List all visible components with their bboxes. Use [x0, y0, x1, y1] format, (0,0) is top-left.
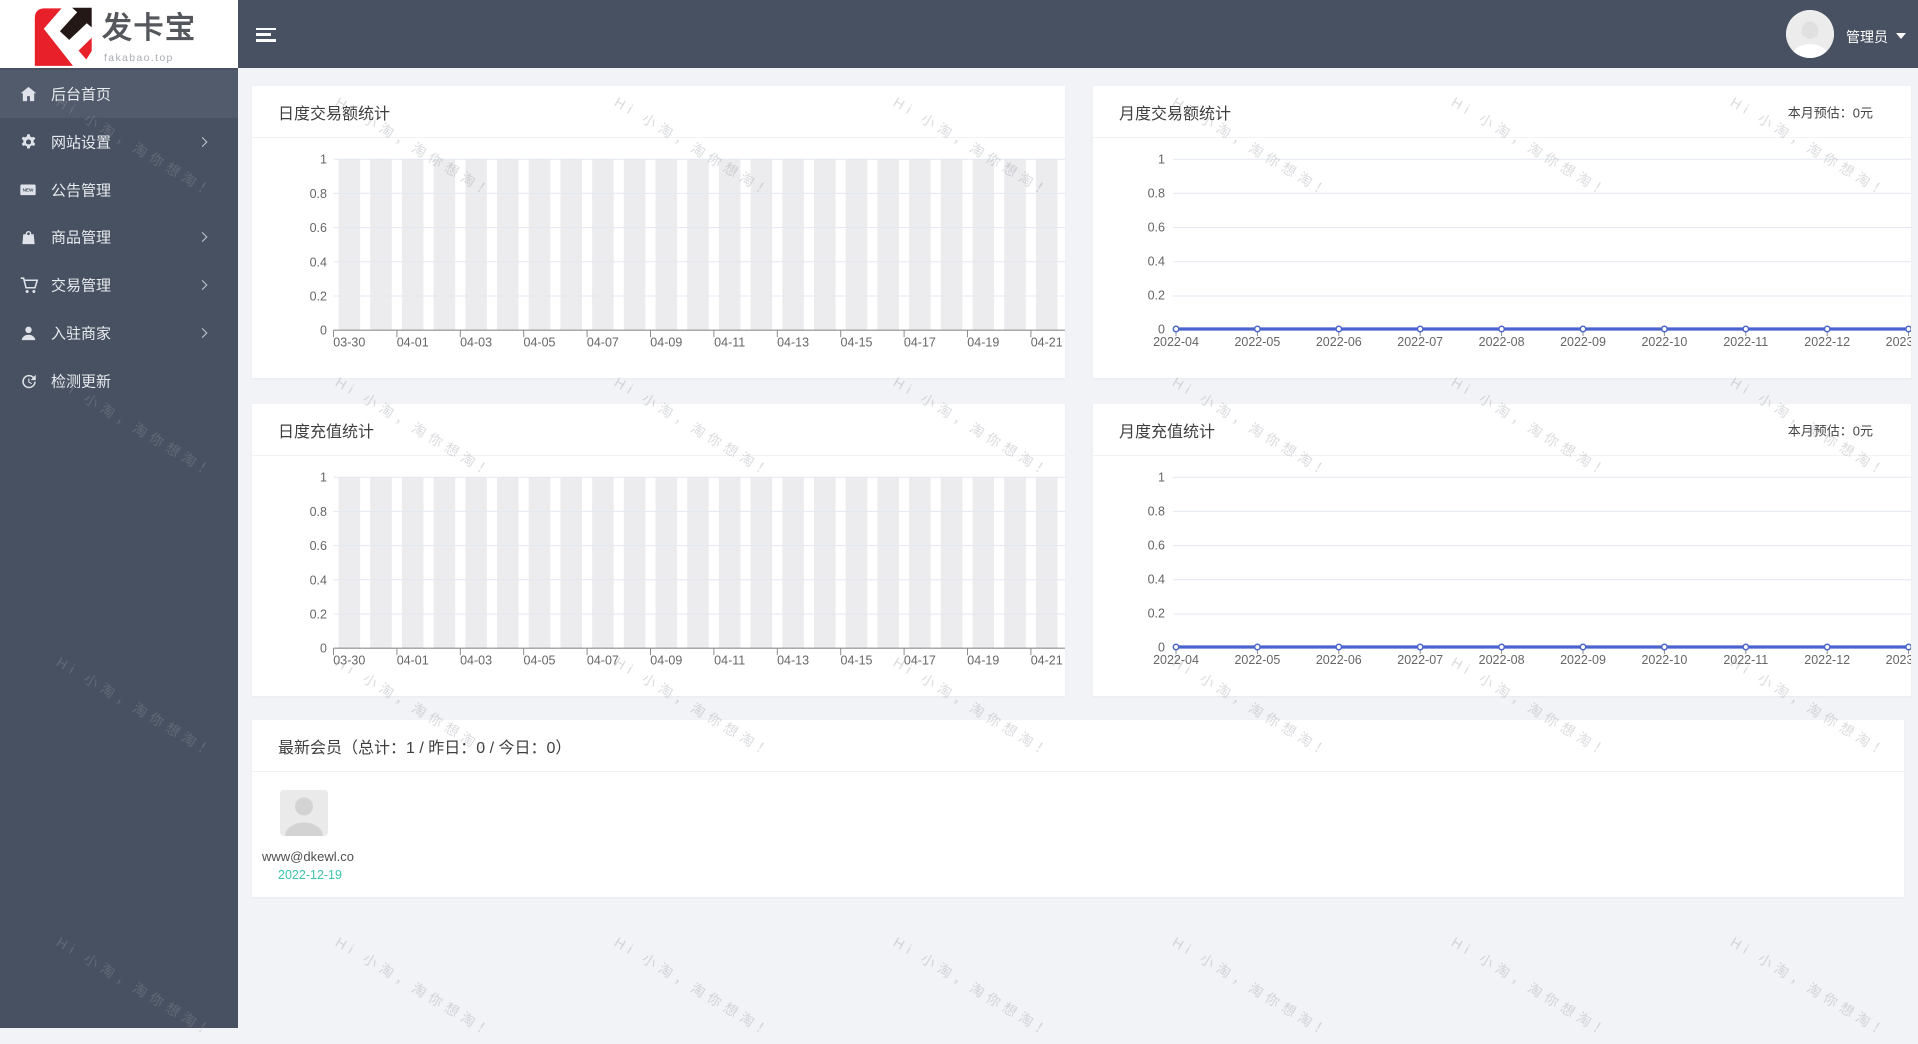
svg-text:NEW: NEW — [23, 187, 34, 192]
svg-text:2022-11: 2022-11 — [1723, 335, 1768, 349]
svg-text:2022-06: 2022-06 — [1316, 653, 1362, 667]
svg-text:03-30: 03-30 — [333, 336, 365, 350]
svg-text:1: 1 — [1158, 471, 1165, 485]
svg-text:0.4: 0.4 — [1148, 573, 1165, 587]
svg-text:2022-12: 2022-12 — [1804, 335, 1850, 349]
svg-text:0.8: 0.8 — [310, 187, 327, 201]
svg-text:2022-09: 2022-09 — [1560, 335, 1606, 349]
svg-text:0: 0 — [320, 642, 327, 656]
svg-text:2022-04: 2022-04 — [1153, 653, 1199, 667]
svg-text:04-17: 04-17 — [904, 336, 936, 350]
svg-text:04-09: 04-09 — [650, 336, 682, 350]
svg-text:04-09: 04-09 — [650, 654, 682, 668]
svg-text:04-21: 04-21 — [1031, 654, 1063, 668]
svg-text:2022-08: 2022-08 — [1479, 653, 1525, 667]
svg-text:2022-08: 2022-08 — [1479, 335, 1525, 349]
svg-text:2022-10: 2022-10 — [1641, 335, 1687, 349]
svg-text:0.6: 0.6 — [310, 539, 327, 553]
svg-text:04-21: 04-21 — [1031, 336, 1063, 350]
svg-text:04-07: 04-07 — [587, 336, 619, 350]
svg-text:04-03: 04-03 — [460, 336, 492, 350]
svg-text:0.6: 0.6 — [1148, 221, 1165, 235]
svg-text:2022-07: 2022-07 — [1397, 335, 1443, 349]
svg-text:04-15: 04-15 — [841, 336, 873, 350]
svg-text:0.6: 0.6 — [310, 221, 327, 235]
svg-text:04-11: 04-11 — [714, 336, 745, 350]
svg-text:0.8: 0.8 — [1148, 187, 1165, 201]
svg-text:0.4: 0.4 — [310, 573, 327, 587]
svg-text:04-01: 04-01 — [397, 654, 429, 668]
svg-text:2022-12: 2022-12 — [1804, 653, 1850, 667]
svg-text:04-19: 04-19 — [967, 336, 999, 350]
svg-text:04-05: 04-05 — [524, 654, 556, 668]
svg-text:04-17: 04-17 — [904, 654, 936, 668]
svg-text:04-01: 04-01 — [397, 336, 429, 350]
svg-text:0.4: 0.4 — [310, 255, 327, 269]
svg-text:发卡宝: 发卡宝 — [101, 11, 197, 45]
svg-text:2022-06: 2022-06 — [1316, 335, 1362, 349]
svg-text:04-07: 04-07 — [587, 654, 619, 668]
svg-text:04-03: 04-03 — [460, 654, 492, 668]
svg-text:2022-05: 2022-05 — [1234, 335, 1280, 349]
svg-text:0.2: 0.2 — [1148, 607, 1165, 621]
svg-text:2022-04: 2022-04 — [1153, 335, 1199, 349]
svg-text:0.2: 0.2 — [310, 608, 327, 622]
svg-text:2022-10: 2022-10 — [1641, 653, 1687, 667]
svg-text:0.2: 0.2 — [1148, 289, 1165, 303]
svg-text:1: 1 — [320, 471, 327, 485]
svg-text:04-19: 04-19 — [967, 654, 999, 668]
svg-text:04-15: 04-15 — [841, 654, 873, 668]
svg-text:0: 0 — [320, 324, 327, 338]
svg-text:2022-05: 2022-05 — [1234, 653, 1280, 667]
svg-text:fakabao.top: fakabao.top — [104, 52, 174, 64]
svg-text:04-13: 04-13 — [777, 654, 809, 668]
svg-text:2023-01: 2023-01 — [1886, 335, 1911, 349]
svg-text:0.8: 0.8 — [310, 505, 327, 519]
svg-text:2023-01: 2023-01 — [1886, 653, 1911, 667]
svg-text:1: 1 — [1158, 153, 1165, 167]
svg-text:2022-07: 2022-07 — [1397, 653, 1443, 667]
svg-text:04-11: 04-11 — [714, 654, 745, 668]
svg-text:0.2: 0.2 — [310, 290, 327, 304]
svg-text:04-05: 04-05 — [524, 336, 556, 350]
svg-text:0.4: 0.4 — [1148, 255, 1165, 269]
svg-text:0.6: 0.6 — [1148, 539, 1165, 553]
svg-text:2022-09: 2022-09 — [1560, 653, 1606, 667]
svg-text:0.8: 0.8 — [1148, 505, 1165, 519]
svg-text:04-13: 04-13 — [777, 336, 809, 350]
svg-text:03-30: 03-30 — [333, 654, 365, 668]
svg-text:1: 1 — [320, 153, 327, 167]
svg-text:2022-11: 2022-11 — [1723, 653, 1768, 667]
